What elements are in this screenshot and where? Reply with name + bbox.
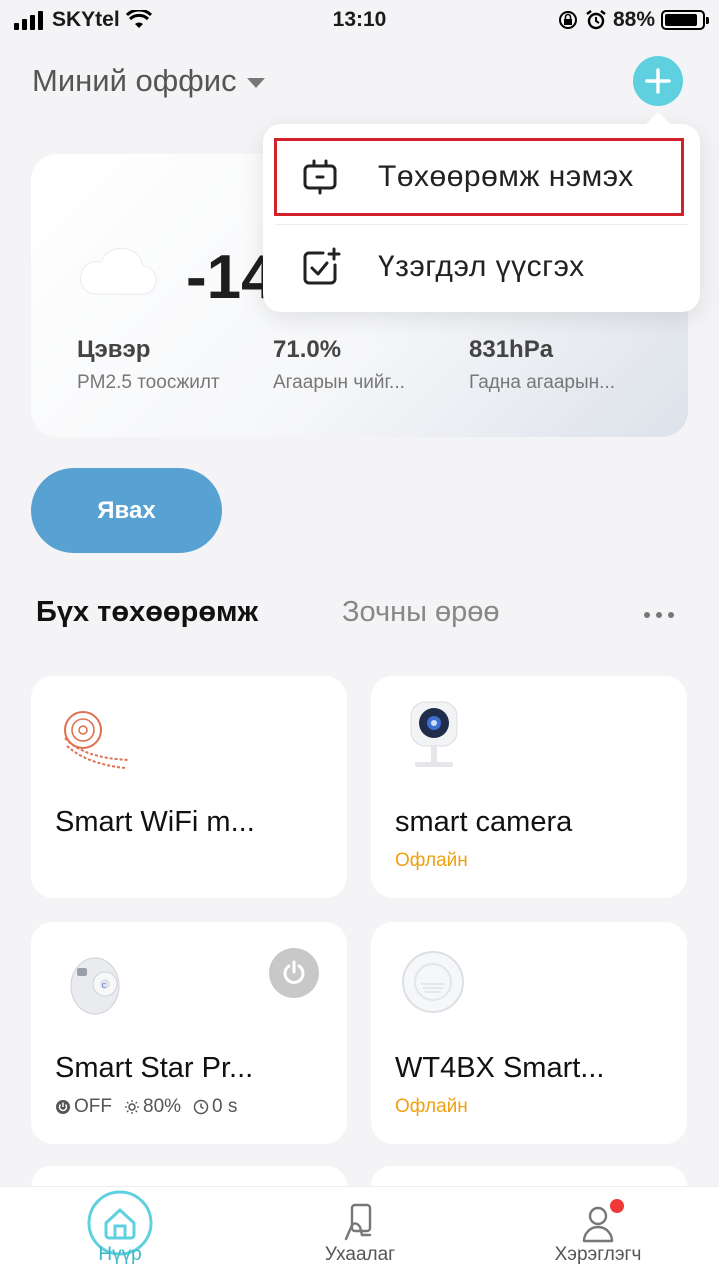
weather-stat-pm25: Цэвэр PM2.5 тоосжилт bbox=[77, 336, 220, 394]
device-status: Офлайн bbox=[395, 1096, 468, 1117]
device-name: Smart Star Pr... bbox=[55, 1052, 254, 1084]
device-name: Smart WiFi m... bbox=[55, 806, 255, 838]
scene-create-icon bbox=[303, 247, 341, 285]
svg-text:c: c bbox=[102, 981, 107, 991]
stat-value: 71.0% bbox=[273, 336, 342, 363]
device-name: WT4BX Smart... bbox=[395, 1052, 605, 1084]
home-name: Миний оффис bbox=[32, 63, 237, 98]
plus-icon bbox=[645, 68, 671, 94]
star-projector-icon: c bbox=[70, 957, 120, 1015]
meta-power-value: OFF bbox=[74, 1096, 112, 1117]
meta-power: OFF bbox=[55, 1096, 112, 1118]
go-button[interactable]: Явах bbox=[31, 468, 222, 553]
bottom-nav: Нүүр Ухаалаг Хэрэглэгч bbox=[0, 1186, 719, 1280]
notification-badge bbox=[610, 1199, 624, 1213]
device-card-smoke-detector[interactable]: WT4BX Smart... Офлайн bbox=[371, 922, 687, 1144]
battery-icon bbox=[661, 10, 709, 30]
smoke-detector-icon bbox=[402, 951, 464, 1013]
meta-timer-value: 0 s bbox=[212, 1096, 238, 1117]
tab-living-room[interactable]: Зочны өрөө bbox=[342, 596, 500, 629]
battery-fill bbox=[665, 14, 697, 26]
highlight-box bbox=[274, 138, 684, 216]
stat-value: 831hPa bbox=[469, 336, 554, 363]
power-state-icon bbox=[56, 1100, 70, 1114]
meta-brightness-value: 80% bbox=[143, 1096, 182, 1117]
smart-icon bbox=[344, 1203, 372, 1241]
more-dots-icon[interactable] bbox=[631, 590, 687, 640]
device-card-camera[interactable]: smart camera Офлайн bbox=[371, 676, 687, 898]
brightness-icon bbox=[125, 1100, 139, 1114]
nav-item-smart[interactable]: Ухаалаг bbox=[280, 1187, 440, 1280]
stat-label: Гадна агаарын... bbox=[469, 372, 615, 393]
nav-item-user[interactable]: Хэрэглэгч bbox=[518, 1187, 678, 1280]
weather-stat-pressure: 831hPa Гадна агаарын... bbox=[469, 336, 615, 394]
nav-label: Ухаалаг bbox=[324, 1244, 396, 1265]
signal-icon bbox=[14, 11, 43, 30]
power-icon bbox=[283, 960, 305, 984]
device-card-star-projector[interactable]: c Smart Star Pr... OFF 80% 0 s bbox=[31, 922, 347, 1144]
add-button[interactable] bbox=[633, 56, 683, 106]
stat-value: Цэвэр bbox=[77, 336, 151, 363]
power-button[interactable] bbox=[269, 948, 319, 998]
meta-brightness: 80% bbox=[124, 1096, 181, 1118]
wifi-icon bbox=[125, 10, 152, 28]
led-strip-icon bbox=[64, 711, 130, 769]
alarm-icon bbox=[586, 10, 606, 30]
menu-item-label: Үзэгдэл үүсгэх bbox=[378, 250, 585, 283]
camera-icon bbox=[410, 701, 458, 767]
nav-label: Хэрэглэгч bbox=[554, 1244, 642, 1265]
home-selector[interactable]: Миний оффис bbox=[32, 63, 265, 99]
cloud-icon bbox=[80, 247, 157, 295]
caret-down-icon bbox=[246, 78, 265, 88]
device-name: smart camera bbox=[395, 806, 573, 838]
device-card-wifi-strip[interactable]: Smart WiFi m... bbox=[31, 676, 347, 898]
stat-label: Агаарын чийг... bbox=[273, 372, 405, 393]
status-left: SKYtel bbox=[14, 8, 152, 32]
status-bar: SKYtel 13:10 88% bbox=[0, 0, 719, 40]
add-menu-dropdown: Төхөөрөмж нэмэх Үзэгдэл үүсгэх bbox=[263, 112, 700, 312]
header: Миний оффис bbox=[32, 56, 683, 106]
meta-timer: 0 s bbox=[193, 1096, 237, 1118]
timer-icon bbox=[193, 1099, 209, 1115]
nav-item-home[interactable]: Нүүр bbox=[40, 1187, 200, 1280]
stat-label: PM2.5 тоосжилт bbox=[77, 372, 220, 393]
device-status: Офлайн bbox=[395, 850, 468, 871]
battery-percent: 88% bbox=[612, 8, 655, 31]
carrier-name: SKYtel bbox=[52, 8, 120, 31]
room-tabs: Бүх төхөөрөмж Зочны өрөө bbox=[36, 590, 687, 640]
rotation-lock-icon bbox=[558, 11, 577, 29]
nav-label: Нүүр bbox=[98, 1244, 142, 1265]
status-right: 88% bbox=[557, 8, 709, 32]
device-meta: OFF 80% 0 s bbox=[55, 1096, 237, 1118]
menu-divider bbox=[275, 224, 688, 225]
menu-item-create-scene[interactable]: Үзэгдэл үүсгэх bbox=[263, 228, 700, 306]
weather-stat-humidity: 71.0% Агаарын чийг... bbox=[273, 336, 405, 394]
tab-all-devices[interactable]: Бүх төхөөрөмж bbox=[36, 596, 258, 629]
